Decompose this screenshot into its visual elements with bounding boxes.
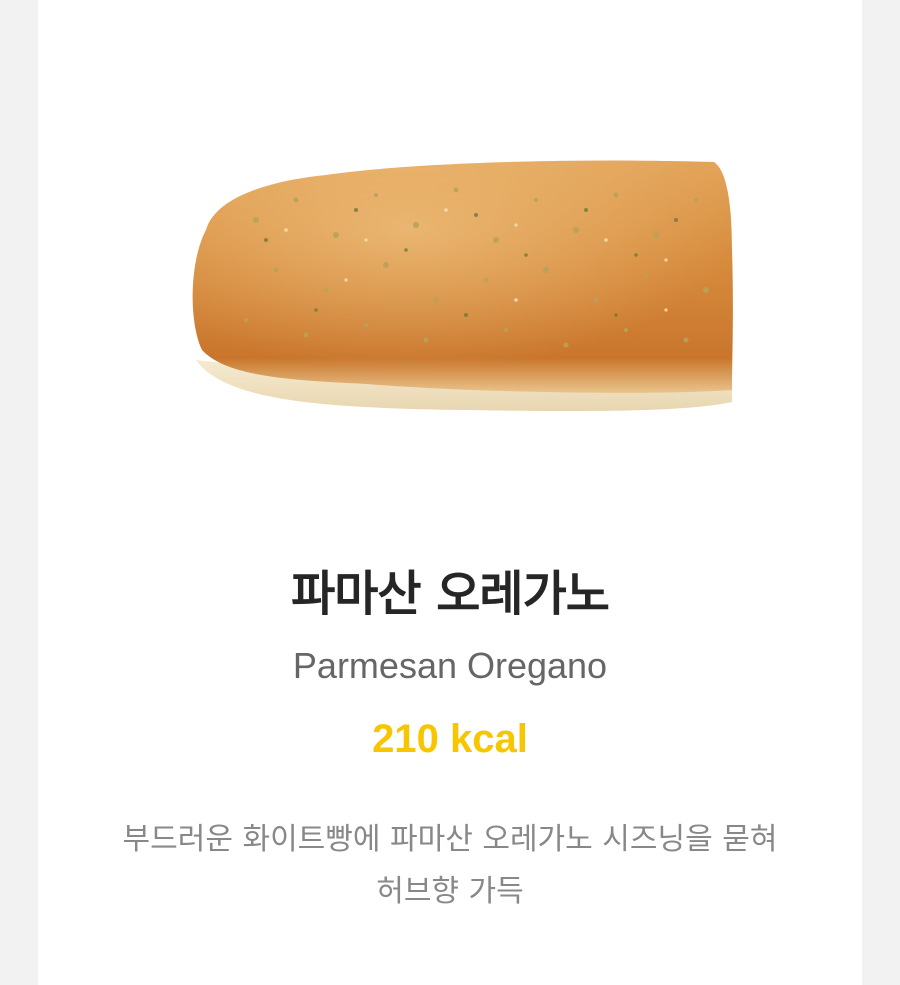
product-card: 파마산 오레가노 Parmesan Oregano 210 kcal 부드러운 …: [38, 0, 862, 985]
calorie-label: 210 kcal: [372, 717, 528, 761]
product-name-korean: 파마산 오레가노: [291, 566, 610, 622]
bread-image: [192, 160, 733, 412]
product-description: 부드러운 화이트빵에 파마산 오레가노 시즈닝을 묻혀 허브향 가득: [122, 822, 778, 909]
product-name-english: Parmesan Oregano: [292, 645, 608, 686]
